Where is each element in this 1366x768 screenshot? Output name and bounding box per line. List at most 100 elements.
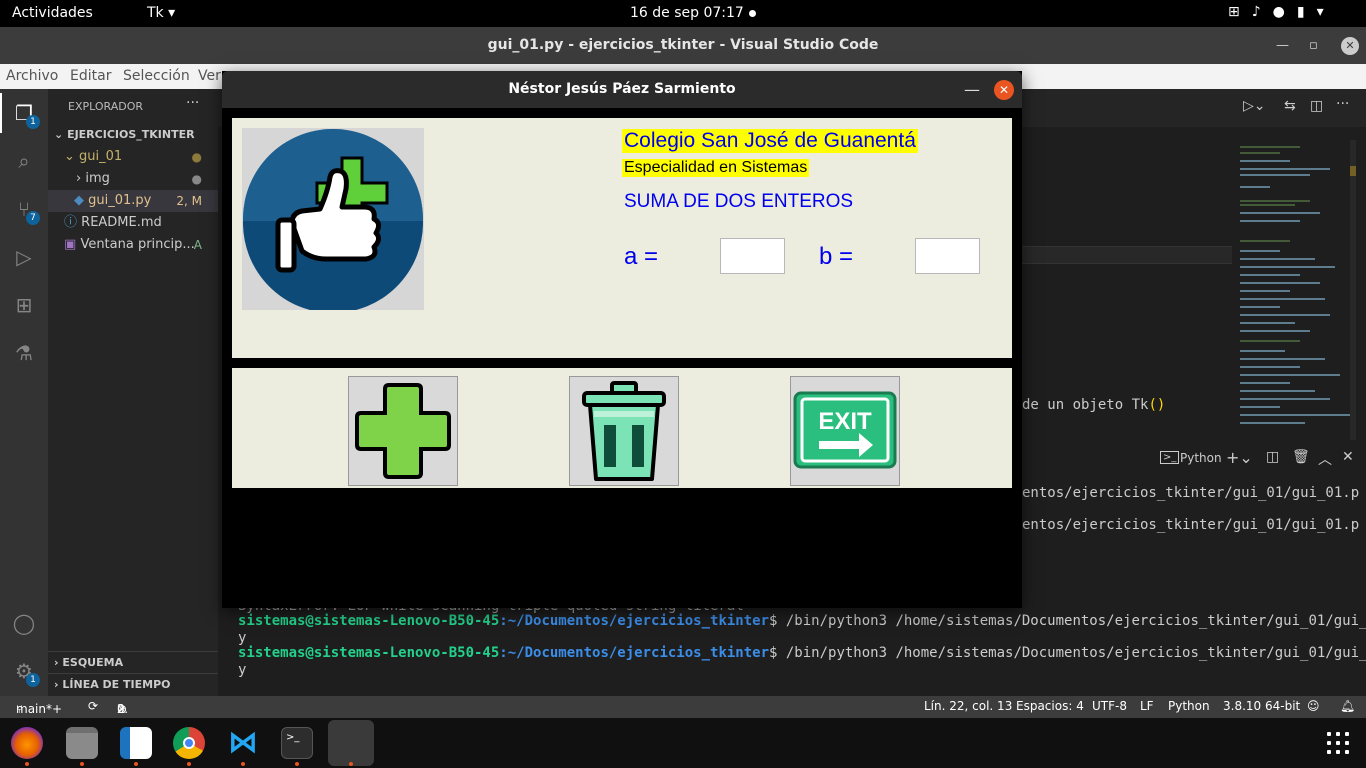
- minimap[interactable]: [1236, 140, 1356, 440]
- git-status: 2, M: [176, 194, 202, 208]
- tree-file-gui01-py[interactable]: ◆ gui_01.py 2, M: [48, 190, 218, 212]
- explorer-badge: 1: [26, 115, 40, 129]
- active-indicator: [0, 93, 2, 133]
- chevron-down-icon: ▾: [1316, 4, 1336, 20]
- entry-a-input[interactable]: [721, 239, 784, 273]
- chevron-right-icon: ›: [76, 171, 82, 186]
- branch-label: main*+: [16, 702, 63, 716]
- python-interpreter[interactable]: 3.8.10 64-bit: [1223, 699, 1300, 713]
- menu-editar[interactable]: Editar: [70, 68, 111, 84]
- writer-icon[interactable]: [120, 727, 152, 759]
- tk-window-title: Néstor Jesús Páez Sarmiento: [508, 81, 736, 97]
- notification-dot-icon: [749, 10, 756, 17]
- chevron-down-icon: ⌄: [64, 149, 75, 164]
- chrome-icon[interactable]: [173, 727, 205, 759]
- terminal-wrap: y: [238, 630, 247, 646]
- clock[interactable]: 16 de sep 07:17: [630, 5, 744, 21]
- terminal-panel-header: >_ Python +⌄ ◫ 🗑 ︿ ✕: [1022, 447, 1366, 471]
- cursor-position[interactable]: Lín. 22, col. 13: [924, 699, 1012, 713]
- outline-section[interactable]: › ESQUEMA: [48, 651, 218, 673]
- activities-button[interactable]: Actividades: [12, 5, 93, 21]
- prompt-user: sistemas@sistemas-Lenovo-B50-45: [238, 613, 500, 629]
- menu-seleccion[interactable]: Selección: [123, 68, 190, 84]
- tk-app-icon[interactable]: [328, 720, 374, 766]
- split-terminal-icon[interactable]: ◫: [1266, 449, 1279, 465]
- run-icon[interactable]: ▷⌄: [1243, 98, 1266, 114]
- trash-icon[interactable]: 🗑: [1292, 449, 1310, 465]
- bell-icon[interactable]: 🔔︎: [1340, 699, 1355, 713]
- school-label: Colegio San José de Guanentá: [622, 129, 918, 153]
- timeline-section[interactable]: › LÍNEA DE TIEMPO: [48, 673, 218, 695]
- sum-button[interactable]: [348, 376, 458, 486]
- entry-b-input[interactable]: [916, 239, 979, 273]
- more-actions-icon[interactable]: ···: [1336, 96, 1349, 112]
- info-icon: ⓘ: [64, 215, 78, 230]
- entry-a[interactable]: [720, 238, 785, 274]
- terminal-prompt-line: sistemas@sistemas-Lenovo-B50-45:~/Docume…: [238, 613, 1366, 629]
- tree-folder-gui01[interactable]: ⌄ gui_01 ●: [48, 146, 218, 168]
- vscode-title-bar: gui_01.py - ejercicios_tkinter - Visual …: [0, 27, 1366, 64]
- firefox-icon[interactable]: [11, 727, 43, 759]
- network-icon: ⊞: [1228, 4, 1252, 20]
- running-indicator: [134, 762, 138, 766]
- system-tray[interactable]: ⊞♪●▮▾: [1228, 4, 1336, 20]
- editor-code-fragment[interactable]: de un objeto Tk(): [1022, 397, 1165, 413]
- more-actions-icon[interactable]: ···: [186, 95, 199, 111]
- workspace-root-label: EJERCICIOS_TKINTER: [67, 128, 195, 141]
- ubuntu-dock: ⋈ >_: [0, 718, 1366, 768]
- workspace-root[interactable]: ⌄ EJERCICIOS_TKINTER: [48, 124, 218, 146]
- terminal-shell-label[interactable]: Python: [1180, 451, 1222, 465]
- sync-icon[interactable]: ⟳: [88, 699, 98, 713]
- vscode-icon[interactable]: ⋈: [227, 727, 259, 759]
- terminal-icon: >_: [1160, 451, 1180, 464]
- close-icon: ✕: [1341, 36, 1359, 55]
- compare-icon[interactable]: ⇆: [1284, 98, 1296, 114]
- eol[interactable]: LF: [1140, 699, 1154, 713]
- status-dot-icon: ●: [191, 172, 202, 186]
- close-icon[interactable]: ✕: [994, 80, 1014, 100]
- tree-file-ventana[interactable]: ▣ Ventana princip... A: [48, 234, 218, 256]
- running-indicator: [80, 762, 84, 766]
- tk-title-bar[interactable]: Néstor Jesús Páez Sarmiento — ✕: [222, 71, 1022, 108]
- minimize-icon[interactable]: —: [964, 71, 980, 108]
- explorer-title: EXPLORADOR: [68, 100, 144, 113]
- account-icon[interactable]: ◯: [12, 611, 36, 635]
- run-debug-icon[interactable]: ▷: [12, 245, 36, 269]
- running-indicator: [25, 762, 29, 766]
- tree-folder-img[interactable]: › img ●: [48, 168, 218, 190]
- outline-label: ESQUEMA: [62, 656, 124, 669]
- chevron-up-icon[interactable]: ︿: [1318, 449, 1332, 469]
- running-indicator: [241, 762, 245, 766]
- chevron-right-icon: ›: [54, 678, 59, 691]
- show-applications-icon[interactable]: [1327, 732, 1349, 754]
- exit-button[interactable]: EXIT: [790, 376, 900, 486]
- add-terminal-icon[interactable]: +⌄: [1226, 448, 1253, 467]
- entry-b[interactable]: [915, 238, 980, 274]
- encoding[interactable]: UTF-8: [1092, 699, 1127, 713]
- files-icon[interactable]: [66, 727, 98, 759]
- microphone-icon: ●: [1272, 4, 1297, 20]
- close-icon[interactable]: ✕: [1342, 449, 1354, 465]
- label-b: b =: [819, 243, 854, 270]
- minimize-icon[interactable]: —: [1276, 27, 1289, 64]
- tree-file-readme[interactable]: ⓘ README.md: [48, 212, 218, 234]
- menu-archivo[interactable]: Archivo: [6, 68, 58, 84]
- source-control-badge: 7: [26, 211, 40, 225]
- feedback-icon[interactable]: ☺: [1307, 699, 1320, 713]
- menu-ver[interactable]: Ver: [198, 68, 221, 84]
- indentation[interactable]: Espacios: 4: [1016, 699, 1084, 713]
- testing-icon[interactable]: ⚗: [12, 341, 36, 365]
- split-editor-icon[interactable]: ◫: [1310, 98, 1323, 114]
- terminal-app-icon[interactable]: >_: [281, 727, 313, 759]
- app-menu[interactable]: Tk ▾: [147, 5, 175, 21]
- search-icon[interactable]: ⌕: [12, 149, 36, 173]
- app-menu-label: Tk: [147, 5, 164, 21]
- language-mode[interactable]: Python: [1168, 699, 1210, 713]
- restore-icon[interactable]: ▫: [1309, 27, 1318, 64]
- extensions-icon[interactable]: ⊞: [12, 293, 36, 317]
- volume-icon: ♪: [1251, 4, 1273, 20]
- python-file-icon: ◆: [74, 193, 84, 208]
- clear-button[interactable]: [569, 376, 679, 486]
- close-window-button[interactable]: ✕: [1340, 27, 1360, 64]
- prompt-path: :~/Documentos/ejercicios_tkinter: [499, 645, 770, 661]
